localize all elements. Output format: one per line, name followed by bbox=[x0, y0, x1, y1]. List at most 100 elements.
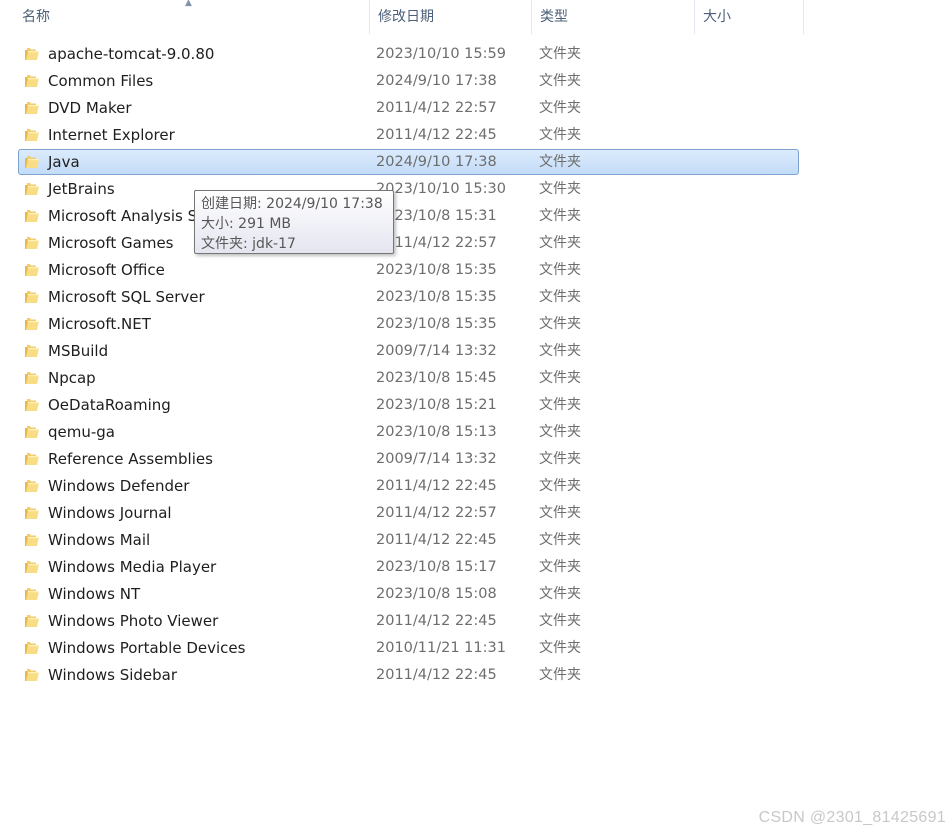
tooltip-size: 大小: 291 MB bbox=[201, 216, 292, 232]
file-row[interactable]: Npcap 2023/10/8 15:45 文件夹 bbox=[18, 365, 799, 391]
file-type: 文件夹 bbox=[539, 127, 581, 143]
file-modified-date: 2009/7/14 13:32 bbox=[376, 451, 497, 467]
file-row[interactable]: JetBrains 2023/10/10 15:30 文件夹 bbox=[18, 176, 799, 202]
column-header-date[interactable]: 修改日期 bbox=[370, 0, 532, 34]
column-header-size-label: 大小 bbox=[703, 9, 731, 25]
file-modified-date: 2024/9/10 17:38 bbox=[376, 73, 497, 89]
folder-icon bbox=[25, 264, 39, 276]
file-row[interactable]: qemu-ga 2023/10/8 15:13 文件夹 bbox=[18, 419, 799, 445]
column-header: 名称 ▲ 修改日期 类型 大小 bbox=[0, 0, 952, 34]
file-name: qemu-ga bbox=[48, 423, 115, 441]
file-name: Windows Photo Viewer bbox=[48, 612, 219, 630]
file-type: 文件夹 bbox=[539, 289, 581, 305]
file-type: 文件夹 bbox=[539, 343, 581, 359]
file-name: Windows Journal bbox=[48, 504, 172, 522]
file-name: DVD Maker bbox=[48, 99, 132, 117]
file-modified-date: 2023/10/8 15:35 bbox=[376, 289, 497, 305]
folder-icon bbox=[25, 534, 39, 546]
folder-icon bbox=[25, 426, 39, 438]
file-name: MSBuild bbox=[48, 342, 109, 360]
column-header-type-label: 类型 bbox=[540, 9, 568, 25]
file-name: Windows Media Player bbox=[48, 558, 217, 576]
file-modified-date: 2024/9/10 17:38 bbox=[376, 154, 497, 170]
file-type: 文件夹 bbox=[539, 154, 581, 170]
folder-icon bbox=[25, 237, 39, 249]
file-row[interactable]: Windows Photo Viewer 2011/4/12 22:45 文件夹 bbox=[18, 608, 799, 634]
file-row[interactable]: DVD Maker 2011/4/12 22:57 文件夹 bbox=[18, 95, 799, 121]
file-modified-date: 2009/7/14 13:32 bbox=[376, 343, 497, 359]
file-row[interactable]: Windows NT 2023/10/8 15:08 文件夹 bbox=[18, 581, 799, 607]
file-row[interactable]: Java 2024/9/10 17:38 文件夹 bbox=[18, 149, 799, 175]
file-row[interactable]: Internet Explorer 2011/4/12 22:45 文件夹 bbox=[18, 122, 799, 148]
file-modified-date: 2011/4/12 22:45 bbox=[376, 478, 497, 494]
column-header-name-label: 名称 bbox=[22, 9, 50, 25]
file-row[interactable]: Windows Sidebar 2011/4/12 22:45 文件夹 bbox=[18, 662, 799, 688]
folder-icon bbox=[25, 480, 39, 492]
folder-icon bbox=[25, 291, 39, 303]
file-name: Internet Explorer bbox=[48, 126, 175, 144]
column-header-date-label: 修改日期 bbox=[378, 9, 434, 25]
folder-icon bbox=[25, 561, 39, 573]
tooltip-folder-contents: 文件夹: jdk-17 bbox=[201, 236, 296, 252]
file-type: 文件夹 bbox=[539, 100, 581, 116]
column-header-size[interactable]: 大小 bbox=[695, 0, 804, 34]
folder-icon bbox=[25, 102, 39, 114]
file-modified-date: 2023/10/8 15:21 bbox=[376, 397, 497, 413]
file-modified-date: 2023/10/8 15:13 bbox=[376, 424, 497, 440]
file-row[interactable]: Reference Assemblies 2009/7/14 13:32 文件夹 bbox=[18, 446, 799, 472]
file-type: 文件夹 bbox=[539, 181, 581, 197]
file-type: 文件夹 bbox=[539, 73, 581, 89]
file-row[interactable]: Microsoft Games 2011/4/12 22:57 文件夹 bbox=[18, 230, 799, 256]
column-header-name[interactable]: 名称 bbox=[14, 0, 370, 34]
folder-icon bbox=[25, 75, 39, 87]
file-type: 文件夹 bbox=[539, 613, 581, 629]
file-type: 文件夹 bbox=[539, 532, 581, 548]
file-type: 文件夹 bbox=[539, 478, 581, 494]
file-modified-date: 2011/4/12 22:45 bbox=[376, 532, 497, 548]
file-modified-date: 2011/4/12 22:57 bbox=[376, 235, 497, 251]
folder-icon bbox=[25, 156, 39, 168]
file-row[interactable]: apache-tomcat-9.0.80 2023/10/10 15:59 文件… bbox=[18, 41, 799, 67]
file-name: Common Files bbox=[48, 72, 154, 90]
file-type: 文件夹 bbox=[539, 586, 581, 602]
file-modified-date: 2011/4/12 22:45 bbox=[376, 127, 497, 143]
file-modified-date: 2011/4/12 22:57 bbox=[376, 505, 497, 521]
folder-icon bbox=[25, 399, 39, 411]
folder-icon bbox=[25, 210, 39, 222]
file-row[interactable]: Windows Portable Devices 2010/11/21 11:3… bbox=[18, 635, 799, 661]
file-row[interactable]: Microsoft.NET 2023/10/8 15:35 文件夹 bbox=[18, 311, 799, 337]
file-row[interactable]: Windows Mail 2011/4/12 22:45 文件夹 bbox=[18, 527, 799, 553]
tooltip-created-date: 创建日期: 2024/9/10 17:38 bbox=[201, 196, 383, 212]
folder-icon bbox=[25, 345, 39, 357]
folder-icon bbox=[25, 453, 39, 465]
folder-icon bbox=[25, 507, 39, 519]
file-row[interactable]: Windows Defender 2011/4/12 22:45 文件夹 bbox=[18, 473, 799, 499]
file-row[interactable]: Common Files 2024/9/10 17:38 文件夹 bbox=[18, 68, 799, 94]
file-row[interactable]: Microsoft Analysis Services 2023/10/8 15… bbox=[18, 203, 799, 229]
file-modified-date: 2023/10/8 15:35 bbox=[376, 316, 497, 332]
file-name: JetBrains bbox=[48, 180, 115, 198]
folder-icon bbox=[25, 129, 39, 141]
folder-icon bbox=[25, 588, 39, 600]
file-name: Windows Mail bbox=[48, 531, 151, 549]
file-row[interactable]: MSBuild 2009/7/14 13:32 文件夹 bbox=[18, 338, 799, 364]
folder-icon bbox=[25, 615, 39, 627]
folder-icon bbox=[25, 48, 39, 60]
file-row[interactable]: Windows Journal 2011/4/12 22:57 文件夹 bbox=[18, 500, 799, 526]
folder-info-tooltip: 创建日期: 2024/9/10 17:38 大小: 291 MB 文件夹: jd… bbox=[194, 190, 394, 254]
folder-icon bbox=[25, 669, 39, 681]
file-row[interactable]: Microsoft SQL Server 2023/10/8 15:35 文件夹 bbox=[18, 284, 799, 310]
file-row[interactable]: OeDataRoaming 2023/10/8 15:21 文件夹 bbox=[18, 392, 799, 418]
file-type: 文件夹 bbox=[539, 424, 581, 440]
file-type: 文件夹 bbox=[539, 559, 581, 575]
file-name: Windows Sidebar bbox=[48, 666, 178, 684]
file-type: 文件夹 bbox=[539, 451, 581, 467]
file-type: 文件夹 bbox=[539, 397, 581, 413]
file-row[interactable]: Windows Media Player 2023/10/8 15:17 文件夹 bbox=[18, 554, 799, 580]
file-row[interactable]: Microsoft Office 2023/10/8 15:35 文件夹 bbox=[18, 257, 799, 283]
file-modified-date: 2011/4/12 22:57 bbox=[376, 100, 497, 116]
file-modified-date: 2023/10/8 15:17 bbox=[376, 559, 497, 575]
file-name: Windows Defender bbox=[48, 477, 190, 495]
column-header-type[interactable]: 类型 bbox=[532, 0, 695, 34]
file-name: Microsoft SQL Server bbox=[48, 288, 205, 306]
